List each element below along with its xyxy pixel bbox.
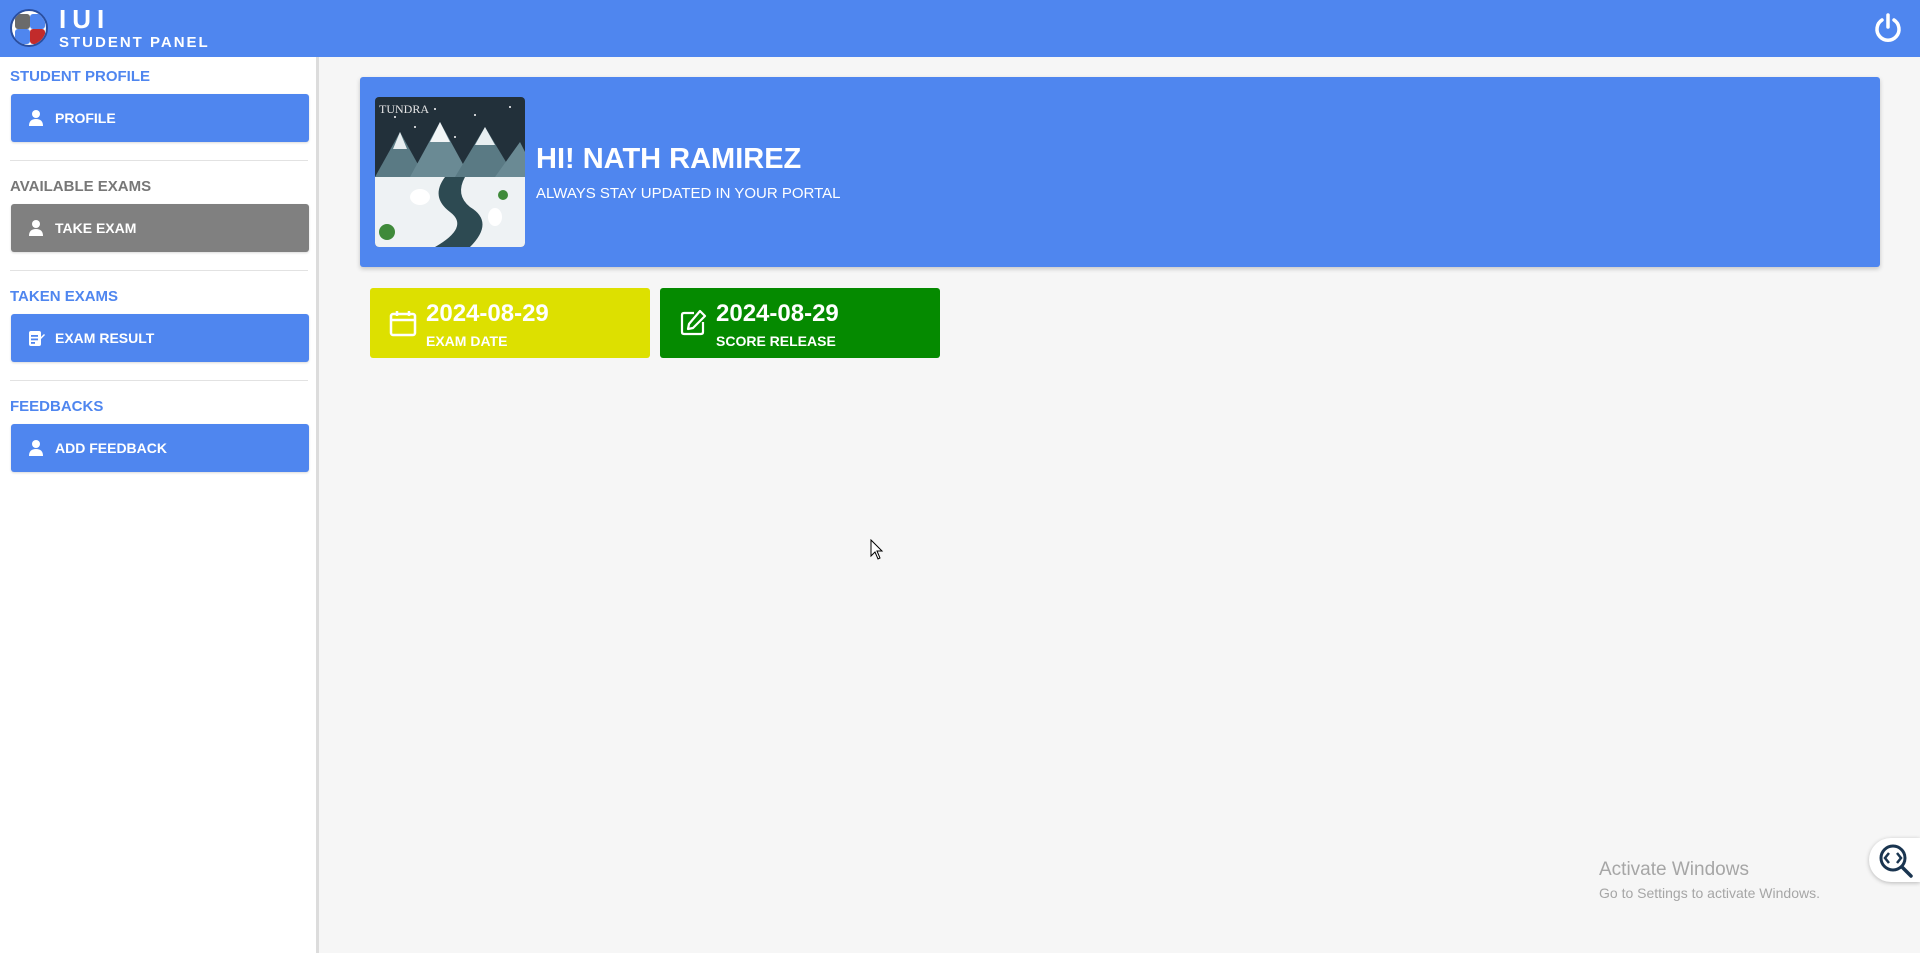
exam-date-value: 2024-08-29	[426, 300, 549, 327]
score-release-value: 2024-08-29	[716, 300, 839, 327]
watermark-title: Activate Windows	[1599, 859, 1749, 880]
tagline: ALWAYS STAY UPDATED IN YOUR PORTAL	[536, 185, 841, 202]
divider	[10, 380, 308, 381]
greeting: HI! NATH RAMIREZ	[536, 143, 802, 175]
welcome-banner: TUNDRA HI! NATH RAMIREZ ALWAYS STAY UPDA…	[360, 77, 1880, 267]
score-release-card: 2024-08-29 SCORE RELEASE	[660, 288, 940, 358]
brand-subtitle: STUDENT PANEL	[59, 34, 210, 51]
top-bar: IUI STUDENT PANEL	[0, 0, 1920, 57]
school-logo[interactable]	[10, 9, 48, 47]
user-icon	[27, 219, 45, 237]
add-feedback-button[interactable]: ADD FEEDBACK	[11, 424, 309, 472]
edit-icon	[678, 308, 708, 338]
divider	[10, 160, 308, 161]
windows-activation-watermark: Activate Windows Go to Settings to activ…	[1599, 859, 1820, 901]
exam-result-button[interactable]: EXAM RESULT	[11, 314, 309, 362]
sidebar: STUDENT PROFILE PROFILE AVAILABLE EXAMS …	[0, 57, 319, 953]
magnifier-code-icon	[1879, 844, 1913, 878]
clipboard-icon	[27, 329, 45, 347]
power-icon[interactable]	[1872, 12, 1904, 44]
exam-date-label: EXAM DATE	[426, 333, 508, 349]
section-title-feedbacks: FEEDBACKS	[10, 398, 104, 415]
divider	[10, 270, 308, 271]
watermark-subtitle: Go to Settings to activate Windows.	[1599, 885, 1820, 901]
score-release-label: SCORE RELEASE	[716, 333, 836, 349]
user-icon	[27, 109, 45, 127]
brand-name: IUI	[59, 4, 111, 34]
add-feedback-button-label: ADD FEEDBACK	[55, 440, 167, 456]
exam-result-button-label: EXAM RESULT	[55, 330, 155, 346]
calendar-icon	[388, 308, 418, 338]
take-exam-button-label: TAKE EXAM	[55, 220, 137, 236]
mouse-cursor-icon	[870, 538, 884, 561]
section-title-available-exams: AVAILABLE EXAMS	[10, 178, 152, 195]
avatar-text: TUNDRA	[379, 102, 429, 116]
profile-button-label: PROFILE	[55, 110, 116, 126]
user-icon	[27, 439, 45, 457]
profile-button[interactable]: PROFILE	[11, 94, 309, 142]
take-exam-button[interactable]: TAKE EXAM	[11, 204, 309, 252]
accessibility-zoom-button[interactable]	[1869, 838, 1920, 882]
avatar: TUNDRA	[375, 97, 525, 247]
section-title-taken-exams: TAKEN EXAMS	[10, 288, 119, 305]
section-title-student-profile: STUDENT PROFILE	[10, 68, 151, 85]
exam-date-card: 2024-08-29 EXAM DATE	[370, 288, 650, 358]
brand: IUI STUDENT PANEL	[59, 6, 210, 51]
